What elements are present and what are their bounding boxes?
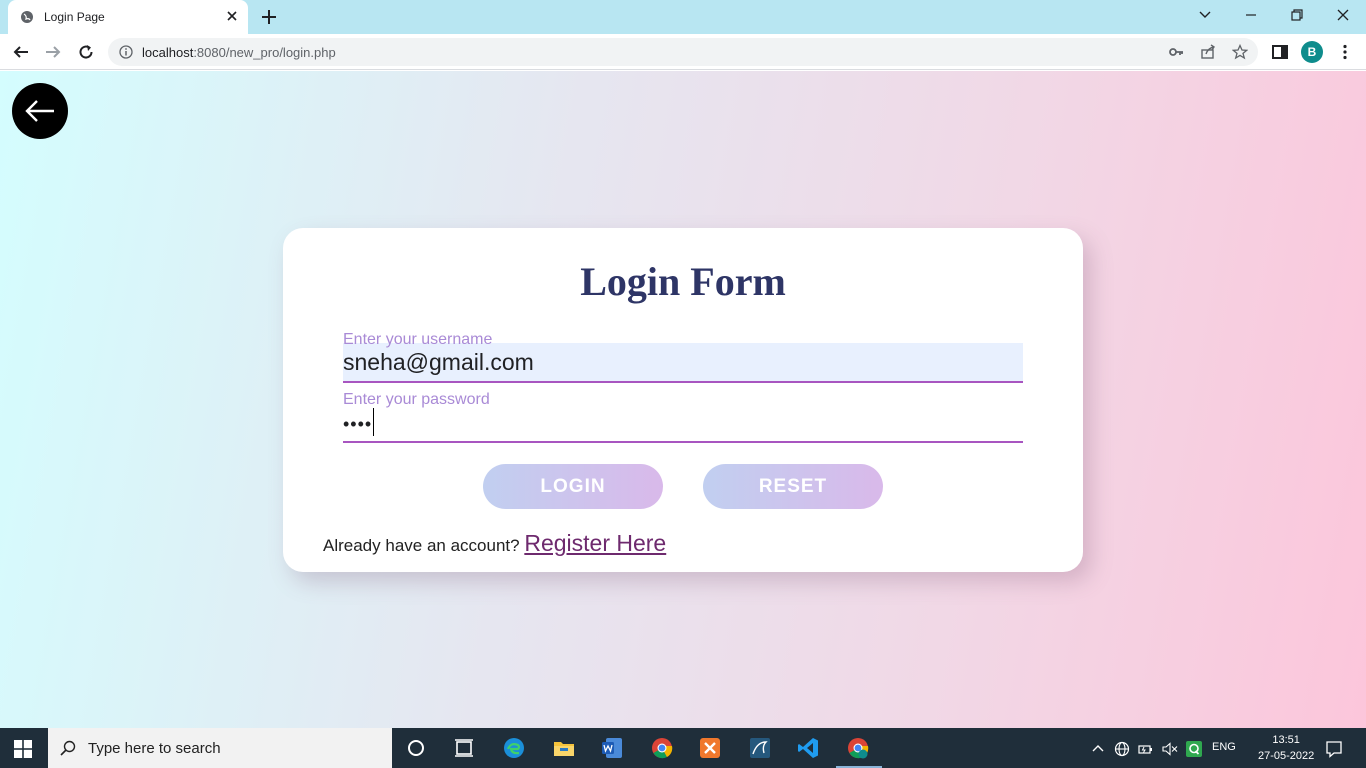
chevron-up-icon[interactable] [1090, 741, 1106, 757]
side-panel-icon[interactable] [1271, 43, 1289, 61]
reset-button[interactable]: RESET [703, 464, 883, 509]
username-input[interactable]: sneha@gmail.com [343, 349, 534, 376]
password-field[interactable]: Enter your password •••• [343, 391, 1023, 443]
more-menu-icon[interactable] [1336, 43, 1354, 61]
chrome-icon[interactable] [650, 736, 674, 760]
search-icon [60, 740, 76, 756]
speaker-muted-icon[interactable] [1162, 741, 1178, 757]
new-tab-plus-icon[interactable] [260, 8, 278, 26]
taskbar-search-box[interactable]: Type here to search [48, 728, 392, 768]
login-card: Login Form Enter your username sneha@gma… [283, 228, 1083, 572]
password-input[interactable]: •••• [343, 408, 375, 437]
chrome-profile-icon[interactable] [846, 736, 870, 760]
clock-time: 13:51 [1272, 734, 1300, 746]
restore-icon[interactable] [1290, 8, 1304, 22]
password-label: Enter your password [343, 391, 490, 408]
url-text: localhost:8080/new_pro/login.php [142, 45, 336, 60]
close-window-icon[interactable] [1336, 8, 1350, 22]
clock[interactable]: 13:51 27-05-2022 [1258, 732, 1314, 764]
tab-title: Login Page [44, 10, 105, 24]
forward-arrow-icon[interactable] [44, 43, 62, 61]
username-field[interactable]: Enter your username sneha@gmail.com [343, 331, 1023, 383]
form-title: Login Form [580, 259, 786, 304]
address-bar[interactable]: localhost:8080/new_pro/login.php [108, 38, 1258, 66]
language-indicator[interactable]: ENG [1212, 741, 1236, 753]
register-link[interactable]: Register Here [524, 530, 666, 556]
file-explorer-icon[interactable] [552, 736, 576, 760]
reload-icon[interactable] [77, 43, 95, 61]
back-button[interactable] [12, 83, 68, 139]
task-view-icon[interactable] [452, 736, 476, 760]
bookmark-star-icon[interactable] [1232, 44, 1248, 60]
edge-icon[interactable] [502, 736, 526, 760]
search-placeholder: Type here to search [88, 740, 221, 757]
minimize-icon[interactable] [1244, 8, 1258, 22]
close-icon[interactable] [224, 8, 240, 24]
register-prompt-line: Already have an account? Register Here [323, 530, 666, 557]
tab-strip: Login Page [0, 0, 1366, 34]
login-button[interactable]: LOGIN [483, 464, 663, 509]
cortana-icon[interactable] [404, 736, 428, 760]
vscode-icon[interactable] [796, 736, 820, 760]
page-background: Login Form Enter your username sneha@gma… [0, 71, 1366, 728]
left-arrow-icon [25, 100, 54, 122]
tab-search-chevron-icon[interactable] [1198, 8, 1212, 22]
register-prompt: Already have an account? [323, 536, 520, 555]
mysql-workbench-icon[interactable] [748, 736, 772, 760]
globe-icon [21, 11, 33, 23]
username-label: Enter your username [343, 331, 493, 348]
clock-date: 27-05-2022 [1258, 750, 1315, 762]
tab-login-page[interactable]: Login Page [8, 0, 248, 34]
taskbar: Type here to search ENG 13:51 27-05-2022 [0, 728, 1366, 768]
windows-start-icon[interactable] [14, 740, 32, 758]
network-globe-icon[interactable] [1114, 741, 1130, 757]
q-app-icon[interactable] [1186, 741, 1202, 757]
word-icon[interactable] [600, 736, 624, 760]
battery-plug-icon[interactable] [1138, 741, 1154, 757]
notification-icon[interactable] [1325, 740, 1343, 758]
share-icon[interactable] [1200, 44, 1216, 60]
browser-toolbar: localhost:8080/new_pro/login.php B [0, 34, 1366, 70]
info-icon[interactable] [119, 45, 133, 59]
xampp-icon[interactable] [698, 736, 722, 760]
text-caret [373, 408, 375, 437]
key-icon[interactable] [1168, 44, 1184, 60]
back-arrow-icon[interactable] [12, 43, 30, 61]
profile-avatar[interactable]: B [1301, 41, 1323, 63]
